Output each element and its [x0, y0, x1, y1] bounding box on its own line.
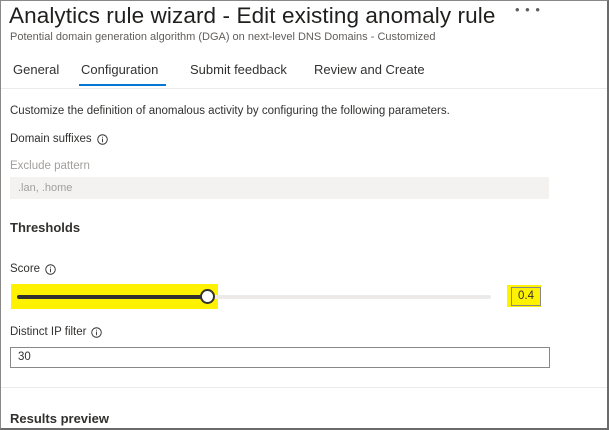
distinct-ip-filter-input[interactable]: 30: [10, 347, 550, 368]
tab-divider: [1, 88, 607, 89]
section-description: Customize the definition of anomalous ac…: [10, 105, 450, 117]
info-icon[interactable]: [96, 133, 108, 145]
tab-submit-feedback[interactable]: Submit feedback: [190, 62, 287, 77]
tab-review-and-create[interactable]: Review and Create: [314, 62, 425, 77]
tab-bar: General Configuration Submit feedback Re…: [1, 62, 607, 90]
wizard-panel: Analytics rule wizard - Edit existing an…: [0, 0, 609, 430]
info-icon[interactable]: [91, 326, 103, 338]
active-tab-indicator: [79, 84, 166, 86]
info-icon[interactable]: [45, 263, 56, 275]
section-divider: [1, 387, 607, 388]
results-preview-heading: Results preview: [10, 411, 109, 426]
score-slider-thumb[interactable]: [200, 289, 215, 304]
score-slider-fill: [17, 295, 208, 299]
tab-configuration[interactable]: Configuration: [81, 62, 158, 77]
domain-suffixes-label: Domain suffixes: [10, 133, 108, 145]
tab-general[interactable]: General: [13, 62, 59, 77]
distinct-ip-filter-label: Distinct IP filter: [10, 326, 103, 338]
page-title: Analytics rule wizard - Edit existing an…: [9, 3, 496, 28]
exclude-pattern-input: .lan, .home: [10, 177, 549, 199]
thresholds-heading: Thresholds: [10, 220, 81, 235]
score-value-field[interactable]: 0.4: [511, 287, 541, 306]
exclude-pattern-label: Exclude pattern: [10, 160, 90, 172]
more-options-icon[interactable]: • • •: [515, 2, 541, 17]
page-subtitle: Potential domain generation algorithm (D…: [10, 31, 436, 43]
score-label: Score: [10, 263, 56, 275]
